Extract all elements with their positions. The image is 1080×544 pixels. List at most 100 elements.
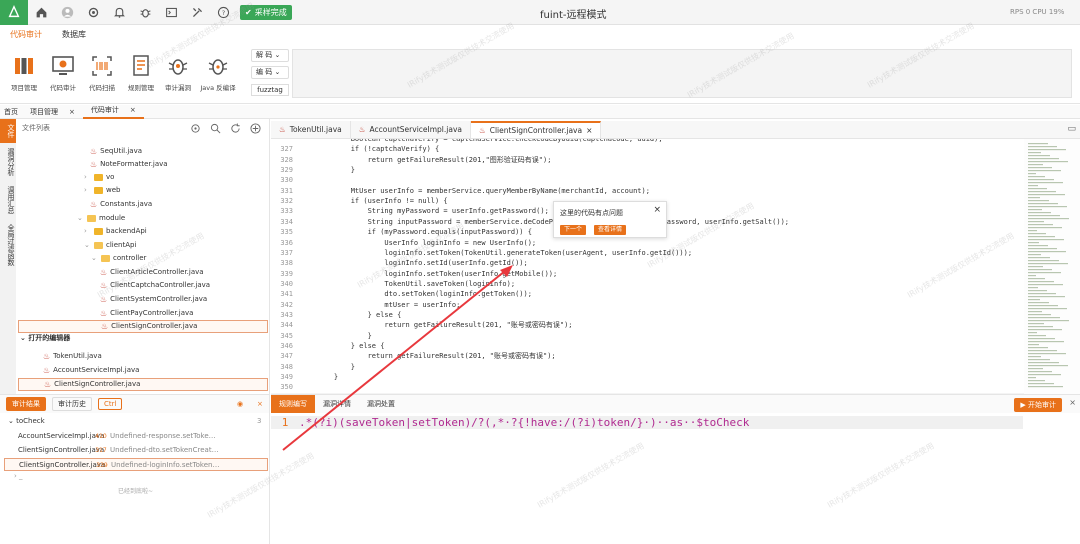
tab-vuln-handle[interactable]: 漏洞处置 xyxy=(359,395,403,413)
tree-item[interactable]: › backendApi xyxy=(84,225,147,238)
bug-icon[interactable] xyxy=(132,0,158,25)
close-icon[interactable]: × xyxy=(653,205,661,215)
java-file-icon: ♨ xyxy=(43,366,51,375)
tree-item[interactable]: ♨ ClientSystemController.java xyxy=(100,293,207,306)
editor-tab[interactable]: ♨ TokenUtil.java xyxy=(271,121,351,138)
tree-item[interactable]: ♨ SeqUtil.java xyxy=(90,145,142,158)
tab-code-audit[interactable]: 代码审计 xyxy=(0,26,52,44)
bell-icon[interactable] xyxy=(106,0,132,25)
terminal-icon[interactable] xyxy=(158,0,184,25)
audit-vuln-button[interactable]: 审计漏洞 xyxy=(164,54,192,92)
decode-select[interactable]: 解 码 ⌄ xyxy=(251,49,289,62)
tree-item[interactable]: ⌄ clientApi xyxy=(84,239,136,252)
rule-manage-button[interactable]: 规则管理 xyxy=(127,54,155,92)
open-editors-heading[interactable]: ⌄ 打开的编辑器 xyxy=(20,333,70,343)
tab-ctrl[interactable]: Ctrl xyxy=(98,398,123,410)
sidebar-item-global-filter[interactable]: 全局过滤函数 xyxy=(0,219,16,271)
code-scan-button[interactable]: 代码扫描 xyxy=(88,54,116,92)
eye-icon[interactable]: ◉ xyxy=(232,399,248,409)
result-row[interactable]: AccountServiceImpl.java 410 Undefined-resp… xyxy=(4,430,268,443)
tree-item[interactable]: ♨ Constants.java xyxy=(90,198,152,211)
view-detail-button[interactable]: 查看详情 xyxy=(594,225,627,235)
code-audit-button[interactable]: 代码审计 xyxy=(49,54,77,92)
line-text: return getFailureResult(201, "账号或密码有误"); xyxy=(317,321,573,330)
search-icon[interactable] xyxy=(210,123,221,134)
line-text: loginInfo.setToken(TokenUtil.generateTok… xyxy=(317,248,693,257)
page-tab-home[interactable]: 首页 xyxy=(0,107,22,117)
open-editor-item[interactable]: ♨ TokenUtil.java xyxy=(43,350,102,363)
open-editor-item[interactable]: ♨ AccountServiceImpl.java xyxy=(43,364,139,377)
tab-audit-results[interactable]: 审计结果 xyxy=(6,397,46,411)
start-audit-button[interactable]: ▶ 开始审计 xyxy=(1014,398,1062,412)
close-icon[interactable]: × xyxy=(586,122,592,140)
tree-item[interactable]: ♨ ClientSignController.java xyxy=(18,320,268,333)
result-row[interactable]: ClientSignController.java 339 Undefined-lo… xyxy=(4,458,268,471)
chevron-down-icon: ⌄ xyxy=(274,51,281,59)
encode-value: 编 码 xyxy=(256,68,273,76)
tab-database[interactable]: 数据库 xyxy=(52,26,96,44)
tools-icon[interactable] xyxy=(184,0,210,25)
split-editor-icon[interactable]: ▭ xyxy=(1067,124,1076,134)
minimap-line xyxy=(1028,311,1042,313)
result-row[interactable]: ClientSignController.java 317 Undefined-dt… xyxy=(4,444,268,457)
tree-item[interactable]: ♨ ClientCaptchaController.java xyxy=(100,279,210,292)
home-icon[interactable] xyxy=(28,0,54,25)
decode-value: 解 码 xyxy=(256,51,273,59)
sidebar-item-call-summary[interactable]: 调用汇总 xyxy=(0,181,16,219)
tree-item[interactable]: ♨ ClientArticleController.java xyxy=(100,266,204,279)
page-tab-project[interactable]: 项目管理 × xyxy=(22,107,83,117)
line-number: 333 xyxy=(280,207,293,216)
help-icon[interactable]: ? xyxy=(210,0,236,25)
line-number: 342 xyxy=(280,300,293,309)
sidebar-item-vuln-analysis[interactable]: 漏洞分析 xyxy=(0,143,16,181)
tree-item[interactable]: ⌄ module xyxy=(77,212,125,225)
open-editor-label: AccountServiceImpl.java xyxy=(53,366,140,374)
close-icon[interactable]: × xyxy=(65,108,79,116)
editor-tab[interactable]: ♨ AccountServiceImpl.java xyxy=(351,121,471,138)
tab-audit-history[interactable]: 审计历史 xyxy=(52,397,92,411)
fuzztag-button[interactable]: fuzztag xyxy=(251,84,289,96)
code-line: 343 } else { xyxy=(271,310,1024,320)
rule-editor[interactable]: 1 .*(?i)(saveToken|setToken)/?(,*·?{!have… xyxy=(271,416,1023,429)
add-icon[interactable] xyxy=(250,123,261,134)
project-manage-button[interactable]: 项目管理 xyxy=(10,54,38,92)
code-editor[interactable]: Boolean captchaVerify = captchaService.c… xyxy=(271,139,1024,394)
tree-item[interactable]: › web xyxy=(84,184,120,197)
close-icon[interactable]: × xyxy=(126,104,140,117)
line-text: Boolean captchaVerify = captchaService.c… xyxy=(317,139,663,143)
result-group[interactable]: ⌄ toCheck xyxy=(8,417,45,425)
open-editor-label: ClientSignController.java xyxy=(54,380,141,388)
code-line: 339 loginInfo.setToken(userInfo.getMobil… xyxy=(271,269,1024,279)
code-line: 350 xyxy=(271,382,1024,392)
tool-label: Java 反编译 xyxy=(200,84,236,92)
sidebar-item-files[interactable]: 文件 xyxy=(0,119,16,143)
close-icon[interactable]: × xyxy=(252,399,268,409)
tree-item[interactable]: › vo xyxy=(84,171,114,184)
tab-rule-write[interactable]: 规则编写 xyxy=(271,395,315,413)
next-issue-button[interactable]: 下一个 xyxy=(560,225,587,235)
code-line: 331 MtUser userInfo = memberService.quer… xyxy=(271,186,1024,196)
tree-item[interactable]: ♨ ClientPayController.java xyxy=(100,307,193,320)
encode-select[interactable]: 编 码 ⌄ xyxy=(251,66,289,79)
tree-item[interactable]: ⌄ controller xyxy=(91,252,146,265)
refresh-icon[interactable] xyxy=(230,123,241,134)
tree-item-label: backendApi xyxy=(106,227,147,235)
editor-tab-active[interactable]: ♨ ClientSignController.java × xyxy=(470,121,602,140)
user-avatar-icon[interactable] xyxy=(54,0,80,25)
locate-icon[interactable] xyxy=(190,123,201,134)
line-number: 344 xyxy=(280,321,293,330)
code-minimap[interactable] xyxy=(1024,139,1080,394)
minimap-line xyxy=(1028,260,1059,262)
minimap-line xyxy=(1028,233,1046,235)
code-line: 337 loginInfo.setToken(TokenUtil.generat… xyxy=(271,248,1024,258)
java-decompile-button[interactable]: Java 反编译 xyxy=(200,54,236,92)
close-icon[interactable]: × xyxy=(1069,398,1076,407)
tab-vuln-detail[interactable]: 漏洞详情 xyxy=(315,395,359,413)
svg-text:?: ? xyxy=(221,8,224,16)
tree-item[interactable]: ♨ NoteFormatter.java xyxy=(90,158,168,171)
settings-icon[interactable] xyxy=(80,0,106,25)
open-editor-item[interactable]: ♨ ClientSignController.java xyxy=(18,378,268,391)
folder-icon xyxy=(94,228,103,235)
page-tab-audit[interactable]: 代码审计 × xyxy=(82,104,144,119)
result-more[interactable]: › _ xyxy=(14,472,23,480)
